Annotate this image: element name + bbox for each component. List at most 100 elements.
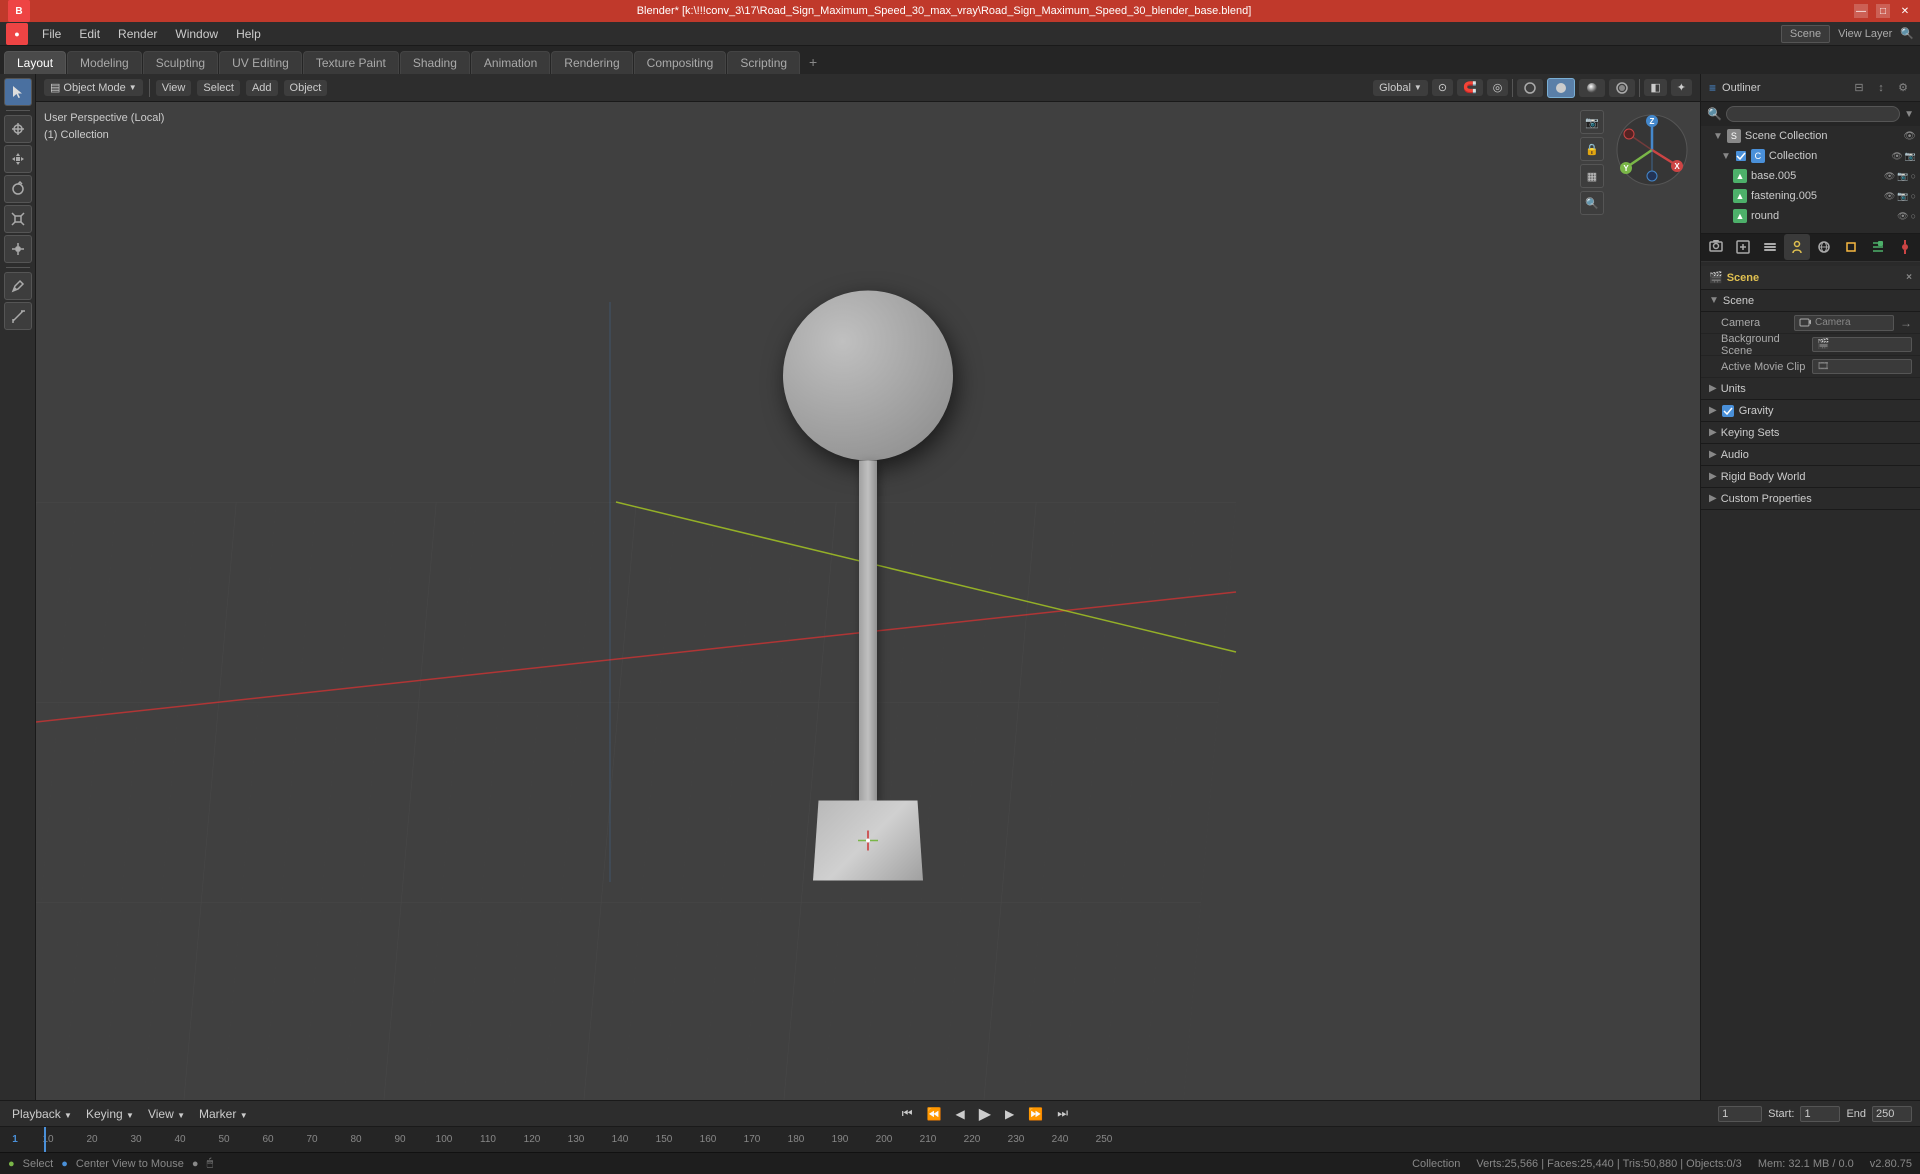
tab-rendering[interactable]: Rendering xyxy=(551,51,632,74)
menu-render[interactable]: Render xyxy=(110,25,165,43)
view-zoom-button[interactable]: 🔍 xyxy=(1580,191,1604,215)
output-properties-icon[interactable] xyxy=(1730,234,1756,260)
scene-collection-expand[interactable]: ▼ xyxy=(1713,131,1723,142)
scene-3d[interactable]: User Perspective (Local) (1) Collection … xyxy=(36,102,1700,1100)
object-mode-selector[interactable]: ▤ Object Mode ▼ xyxy=(44,79,143,96)
tab-compositing[interactable]: Compositing xyxy=(634,51,727,74)
rendered-button[interactable] xyxy=(1609,79,1635,97)
outliner-item-round[interactable]: ▲ round 👁 ○ xyxy=(1701,206,1920,226)
move-tool[interactable] xyxy=(4,145,32,173)
tab-scripting[interactable]: Scripting xyxy=(727,51,800,74)
jump-start-button[interactable]: ⏮ xyxy=(898,1104,917,1123)
outliner-sort-icon[interactable]: ↕ xyxy=(1872,79,1890,97)
annotate-tool[interactable] xyxy=(4,272,32,300)
scene-properties-expand[interactable]: × xyxy=(1906,272,1912,283)
tab-shading[interactable]: Shading xyxy=(400,51,470,74)
view-grid-button[interactable]: ▦ xyxy=(1580,164,1604,188)
viewport[interactable]: ▤ Object Mode ▼ View Select Add Object G… xyxy=(36,74,1700,1100)
play-button[interactable]: ▶ xyxy=(975,1102,995,1126)
proportional-edit[interactable]: ◎ xyxy=(1487,79,1509,96)
scene-selector[interactable]: Scene xyxy=(1781,25,1830,43)
timeline-marker-menu[interactable]: Marker ▼ xyxy=(195,1105,252,1123)
active-movie-clip-value[interactable]: 🎞 xyxy=(1812,359,1912,374)
scene-section[interactable]: ▼ Scene xyxy=(1701,290,1920,312)
minimize-button[interactable]: — xyxy=(1854,4,1868,18)
collection-checkbox[interactable] xyxy=(1735,150,1747,162)
outliner-search-input[interactable] xyxy=(1726,106,1900,122)
audio-section[interactable]: ▶ Audio xyxy=(1701,444,1920,466)
modifier-properties-icon[interactable] xyxy=(1865,234,1891,260)
wireframe-button[interactable] xyxy=(1517,79,1543,97)
view-menu[interactable]: View xyxy=(156,80,192,96)
select-menu[interactable]: Select xyxy=(197,80,240,96)
outliner-filter-icon-btn[interactable]: ▼ xyxy=(1904,109,1914,120)
menu-edit[interactable]: Edit xyxy=(71,25,108,43)
collection-expand[interactable]: ▼ xyxy=(1721,151,1731,162)
fastening-vis-icon[interactable]: 👁 xyxy=(1884,191,1895,202)
outliner-item-fastening[interactable]: ▲ fastening.005 👁 📷 ○ xyxy=(1701,186,1920,206)
solid-button[interactable] xyxy=(1547,78,1575,98)
tab-layout[interactable]: Layout xyxy=(4,51,66,74)
measure-tool[interactable] xyxy=(4,302,32,330)
rotate-tool[interactable] xyxy=(4,175,32,203)
outliner-item-collection[interactable]: ▼ C Collection 👁 📷 xyxy=(1701,146,1920,166)
start-frame-input[interactable] xyxy=(1800,1106,1840,1122)
maximize-button[interactable]: □ xyxy=(1876,4,1890,18)
fastening-render-icon[interactable]: 📷 xyxy=(1897,191,1908,202)
gizmo-toggle[interactable]: ✦ xyxy=(1671,79,1692,96)
base-render-icon[interactable]: 📷 xyxy=(1897,171,1908,182)
jump-end-button[interactable]: ⏭ xyxy=(1053,1104,1072,1123)
current-frame-input[interactable] xyxy=(1718,1106,1762,1122)
scene-collection-eye[interactable]: 👁 xyxy=(1903,131,1916,142)
transform-tool[interactable] xyxy=(4,235,32,263)
timeline-view-menu[interactable]: View ▼ xyxy=(144,1105,189,1123)
physics-properties-icon[interactable] xyxy=(1892,234,1918,260)
viewport-pivot-selector[interactable]: ⊙ xyxy=(1432,79,1453,96)
camera-pointer[interactable]: → xyxy=(1900,316,1912,330)
search-icon[interactable]: 🔍 xyxy=(1900,27,1914,40)
tab-uv-editing[interactable]: UV Editing xyxy=(219,51,302,74)
camera-value[interactable]: Camera xyxy=(1794,315,1894,331)
outliner-settings-icon[interactable]: ⚙ xyxy=(1894,79,1912,97)
collection-vis-icon[interactable]: 👁 xyxy=(1891,151,1902,162)
round-select-icon[interactable]: ○ xyxy=(1911,211,1916,222)
world-properties-icon[interactable] xyxy=(1811,234,1837,260)
gravity-checkbox[interactable] xyxy=(1721,404,1735,418)
scale-tool[interactable] xyxy=(4,205,32,233)
menu-file[interactable]: File xyxy=(34,25,69,43)
menu-window[interactable]: Window xyxy=(167,25,226,43)
outliner-filter-icon[interactable]: ⊟ xyxy=(1850,79,1868,97)
render-properties-icon[interactable] xyxy=(1703,234,1729,260)
outliner-item-base[interactable]: ▲ base.005 👁 📷 ○ xyxy=(1701,166,1920,186)
custom-properties-section[interactable]: ▶ Custom Properties xyxy=(1701,488,1920,510)
rigid-body-world-section[interactable]: ▶ Rigid Body World xyxy=(1701,466,1920,488)
object-menu[interactable]: Object xyxy=(284,80,328,96)
gizmo[interactable]: Z X Y xyxy=(1612,110,1692,190)
gravity-section[interactable]: ▶ Gravity xyxy=(1701,400,1920,422)
timeline-cursor[interactable] xyxy=(44,1127,46,1152)
fastening-select-icon[interactable]: ○ xyxy=(1911,191,1916,202)
blender-logo-menu[interactable]: ● xyxy=(6,23,28,45)
overlay-toggle[interactable]: ◧ xyxy=(1644,79,1666,96)
select-tool[interactable] xyxy=(4,78,32,106)
viewport-global-selector[interactable]: Global ▼ xyxy=(1373,80,1428,96)
view-camera-button[interactable]: 📷 xyxy=(1580,110,1604,134)
material-preview-button[interactable] xyxy=(1579,79,1605,97)
round-vis-icon[interactable]: 👁 xyxy=(1897,211,1908,222)
scene-properties-icon[interactable] xyxy=(1784,234,1810,260)
next-keyframe-button[interactable]: ⏩ xyxy=(1024,1105,1047,1123)
step-forward-button[interactable]: ▶ xyxy=(1001,1105,1018,1123)
background-scene-value[interactable]: 🎬 xyxy=(1812,337,1912,352)
timeline-track[interactable]: 1 10 20 30 40 50 60 70 80 90 100 110 120… xyxy=(0,1126,1920,1152)
timeline-playback-menu[interactable]: Playback ▼ xyxy=(8,1105,76,1123)
close-button[interactable]: ✕ xyxy=(1898,4,1912,18)
cursor-tool[interactable] xyxy=(4,115,32,143)
step-back-button[interactable]: ◀ xyxy=(951,1105,968,1123)
title-bar-controls[interactable]: — □ ✕ xyxy=(1854,4,1912,18)
end-frame-input[interactable] xyxy=(1872,1106,1912,1122)
view-layer-properties-icon[interactable] xyxy=(1757,234,1783,260)
keying-sets-section[interactable]: ▶ Keying Sets xyxy=(1701,422,1920,444)
timeline-keying-menu[interactable]: Keying ▼ xyxy=(82,1105,138,1123)
base-select-icon[interactable]: ○ xyxy=(1911,171,1916,182)
tab-animation[interactable]: Animation xyxy=(471,51,550,74)
